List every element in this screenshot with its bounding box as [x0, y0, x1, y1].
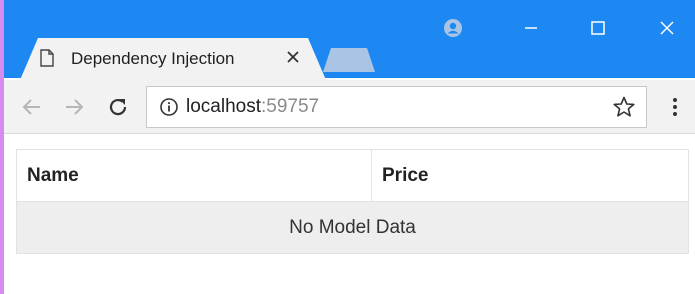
- back-arrow-icon[interactable]: [20, 95, 44, 119]
- url-port: :59757: [261, 96, 320, 117]
- reload-icon[interactable]: [106, 95, 130, 119]
- url-text: localhost:59757: [186, 95, 319, 119]
- window-frame-left: [0, 0, 4, 294]
- maximize-icon[interactable]: [586, 16, 610, 40]
- column-header-price: Price: [371, 149, 689, 202]
- table-row: No Model Data: [16, 201, 689, 254]
- menu-dots-icon[interactable]: [667, 95, 683, 119]
- tab-title: Dependency Injection: [71, 49, 235, 68]
- empty-message: No Model Data: [16, 201, 689, 254]
- profile-icon[interactable]: [441, 16, 465, 40]
- new-tab-button[interactable]: [323, 48, 375, 72]
- close-window-icon[interactable]: [655, 16, 679, 40]
- info-icon[interactable]: [159, 97, 179, 117]
- close-tab-icon[interactable]: [285, 49, 301, 65]
- url-host: localhost: [186, 96, 261, 117]
- bookmark-star-icon[interactable]: [612, 95, 636, 119]
- products-table: Name Price No Model Data: [16, 149, 689, 254]
- forward-arrow-icon[interactable]: [62, 95, 86, 119]
- table-header-row: Name Price: [16, 149, 689, 202]
- document-icon: [40, 49, 54, 67]
- column-header-name: Name: [16, 149, 372, 202]
- minimize-icon[interactable]: [519, 16, 543, 40]
